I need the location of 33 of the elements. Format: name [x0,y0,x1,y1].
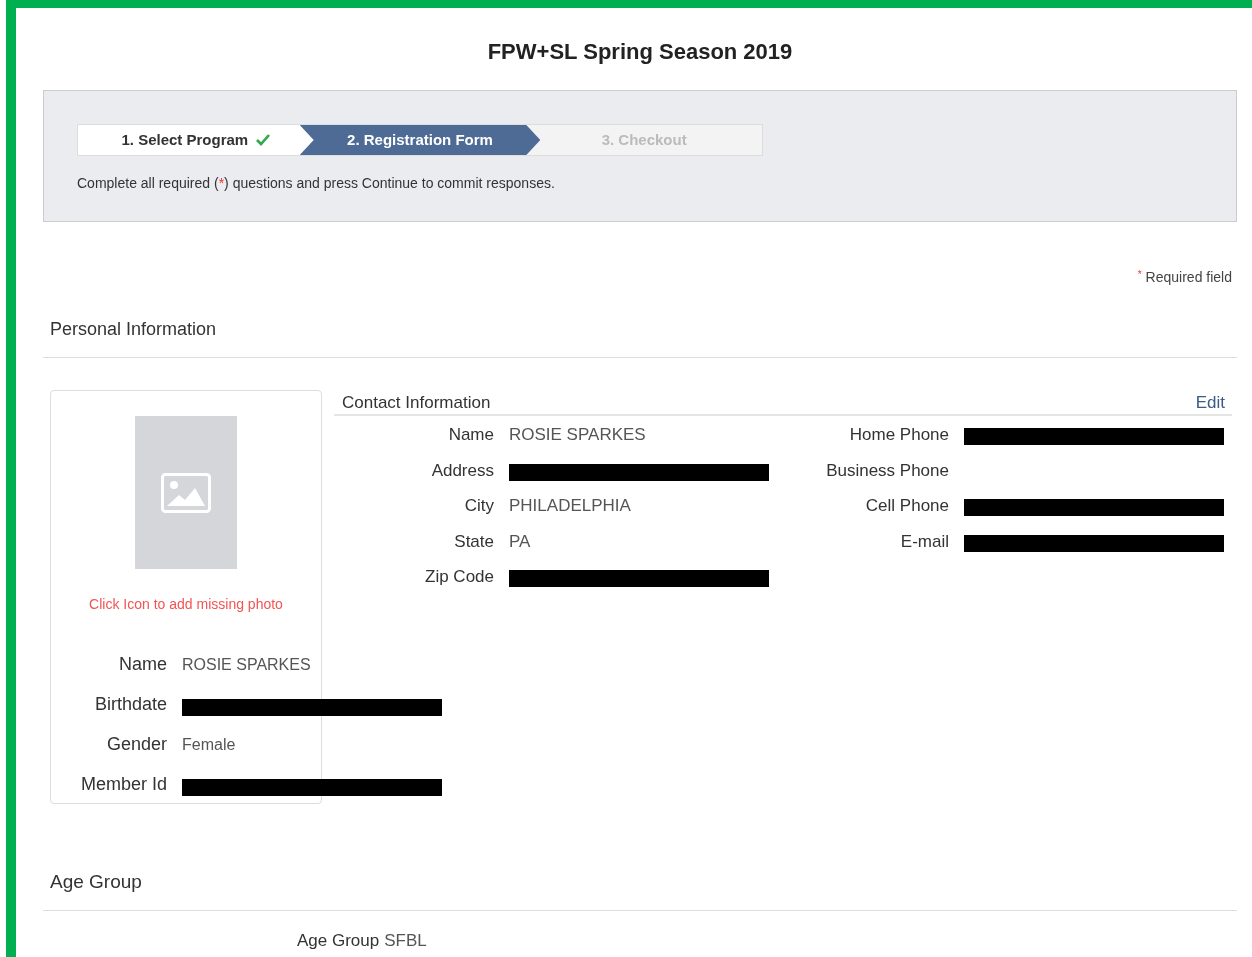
section-heading: Personal Information [43,316,1237,358]
field-label: City [463,495,494,517]
field-label: Member Id [79,773,167,796]
field-label: Cell Phone [864,495,949,517]
photo-placeholder[interactable] [135,416,237,569]
page-title: FPW+SL Spring Season 2019 [486,38,794,66]
field-label: Name [447,424,494,446]
field-label: State [453,530,494,553]
field-value: PHILADELPHIA [509,496,631,515]
field-label: Age Group [297,929,380,952]
field-label: E-mail [899,530,949,553]
field-label: Address [430,459,494,482]
field-label: Birthdate [93,693,167,716]
field-label: Zip Code [424,566,494,588]
image-icon [161,472,211,513]
required-field-note: * Required field [1137,268,1232,287]
field-value: ROSIE SPARKES [509,425,646,444]
field-value: Female [182,736,236,753]
edit-link[interactable]: Edit [1195,390,1225,414]
instructions-text: Complete all required (*) questions and press Continue to commit responses. [77,174,556,193]
field-label: Name [118,653,167,676]
step-tab[interactable]: 1. Select Program [78,125,314,155]
field-label: Gender [105,733,167,756]
step-tab[interactable]: 2. Registration Form [299,125,541,155]
field-value: SFBL [384,929,427,952]
subsection-heading: Contact Information [342,392,491,414]
checkmark-icon [256,134,271,146]
field-value: PA [509,531,531,551]
field-label: Home Phone [848,424,949,446]
field-label: Business Phone [825,459,949,482]
field-value: ROSIE SPARKES [182,656,311,673]
photo-hint: Click Icon to add missing photo [89,595,283,614]
section-heading: Age Group [43,868,1237,911]
